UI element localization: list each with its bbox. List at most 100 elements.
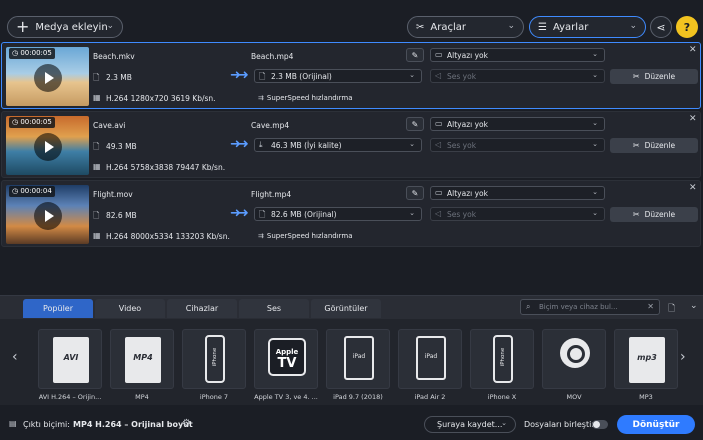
- tools-dropdown[interactable]: ✂ Araçlar ⌄: [407, 16, 524, 38]
- chevron-down-icon: ⌄: [592, 119, 598, 127]
- tab-images[interactable]: Görüntüler: [311, 299, 381, 318]
- close-icon[interactable]: ✕: [689, 114, 697, 124]
- close-icon[interactable]: ✕: [689, 45, 697, 55]
- film-icon: ▦: [93, 231, 101, 240]
- subtitle-dropdown[interactable]: ▭ Altyazı yok ⌄: [430, 117, 605, 131]
- tools-icon: ✂: [416, 21, 425, 33]
- format-tile-ipad97[interactable]: iPad: [326, 329, 390, 389]
- audio-dropdown[interactable]: ◁ Ses yok ⌄: [430, 138, 605, 152]
- superspeed-icon: ⇉: [258, 94, 264, 102]
- add-media-button[interactable]: + Medya ekleyin ⌄: [7, 16, 123, 38]
- output-size-dropdown[interactable]: ⤓ 46.3 MB (İyi kalite) ⌄: [254, 138, 422, 152]
- format-tile-mp3[interactable]: mp3: [614, 329, 678, 389]
- convert-button[interactable]: Dönüştür: [617, 415, 695, 434]
- share-button[interactable]: ⋖: [650, 16, 672, 38]
- tools-label: Araçlar: [430, 21, 466, 33]
- rename-button[interactable]: ✎: [406, 186, 424, 200]
- merge-files-toggle[interactable]: [592, 420, 608, 429]
- edit-button[interactable]: ✂ Düzenle: [610, 138, 698, 153]
- chevron-right-icon[interactable]: ›: [680, 349, 686, 365]
- settings-dropdown[interactable]: ☰ Ayarlar ⌄: [529, 16, 646, 38]
- clear-icon[interactable]: ✕: [647, 302, 654, 311]
- play-icon[interactable]: [34, 202, 62, 230]
- mp3-icon: mp3: [629, 337, 665, 383]
- play-icon[interactable]: [34, 133, 62, 161]
- format-tile-avi[interactable]: AVI: [38, 329, 102, 389]
- file-row-cave[interactable]: ◷ 00:00:05 Cave.avi 🗋 49.3 MB ▦ H.264 57…: [1, 111, 701, 178]
- edit-button[interactable]: ✂ Düzenle: [610, 207, 698, 222]
- speech-bubble-icon: ▭: [435, 188, 443, 197]
- format-info-icon[interactable]: 🗋: [668, 301, 675, 317]
- iphone-icon: iPhone: [205, 335, 225, 383]
- settings-label: Ayarlar: [552, 21, 589, 33]
- output-format-value[interactable]: MP4 H.264 – Orijinal boyut: [73, 420, 193, 429]
- iphone-icon: iPhone: [493, 335, 513, 383]
- duration-badge: ◷ 00:00:04: [9, 186, 55, 197]
- chevron-down-icon: ⌄: [592, 188, 598, 196]
- gear-icon[interactable]: ⚙: [182, 418, 191, 429]
- save-to-dropdown[interactable]: Şuraya kaydet... ⌄: [424, 416, 516, 433]
- chevron-down-icon: ⌄: [507, 21, 515, 31]
- subtitle-dropdown[interactable]: ▭ Altyazı yok ⌄: [430, 186, 605, 200]
- format-tabs: Popüler Video Cihazlar Ses Görüntüler: [23, 299, 383, 318]
- format-tile-ipadair2[interactable]: iPad: [398, 329, 462, 389]
- chevron-left-icon[interactable]: ‹: [12, 349, 18, 365]
- video-thumbnail[interactable]: ◷ 00:00:05: [6, 116, 89, 175]
- chevron-down-icon: ⌄: [106, 21, 114, 31]
- close-icon[interactable]: ✕: [689, 183, 697, 193]
- collapse-icon[interactable]: ⌄: [690, 301, 698, 311]
- chevron-down-icon: ⌄: [592, 209, 598, 217]
- play-icon[interactable]: [34, 64, 62, 92]
- speaker-icon: ◁: [435, 209, 442, 218]
- search-icon: ⌕: [526, 302, 531, 311]
- pencil-icon: ✎: [411, 119, 419, 129]
- source-codec: H.264 5758x3838 79447 Kb/sn.: [106, 163, 226, 172]
- tab-popular[interactable]: Popüler: [23, 299, 93, 318]
- format-tile-mp4[interactable]: MP4: [110, 329, 174, 389]
- app-window: + Medya ekleyin ⌄ ✂ Araçlar ⌄ ☰ Ayarlar …: [0, 0, 703, 440]
- speaker-icon: ◁: [435, 71, 442, 80]
- output-filename: Cave.mp4: [251, 121, 290, 130]
- audio-dropdown[interactable]: ◁ Ses yok ⌄: [430, 69, 605, 83]
- rename-button[interactable]: ✎: [406, 117, 424, 131]
- format-search-input[interactable]: ⌕ Biçim veya cihaz bul... ✕: [520, 299, 660, 315]
- format-tile-iphonex[interactable]: iPhone: [470, 329, 534, 389]
- audio-dropdown[interactable]: ◁ Ses yok ⌄: [430, 207, 605, 221]
- file-icon: 🗋: [259, 210, 266, 219]
- output-size-dropdown[interactable]: 🗋 2.3 MB (Orijinal) ⌄: [254, 69, 422, 83]
- duration-badge: ◷ 00:00:05: [9, 117, 55, 128]
- format-tile-mov[interactable]: [542, 329, 606, 389]
- download-icon: ⤓: [259, 140, 263, 149]
- file-row-beach[interactable]: ◷ 00:00:05 Beach.mkv 🗋 2.3 MB ▦ H.264 12…: [1, 42, 701, 109]
- film-icon: ▦: [93, 162, 101, 171]
- tab-audio[interactable]: Ses: [239, 299, 309, 318]
- file-row-flight[interactable]: ◷ 00:00:04 Flight.mov 🗋 82.6 MB ▦ H.264 …: [1, 180, 701, 247]
- tab-video[interactable]: Video: [95, 299, 165, 318]
- output-format-icon: ▤: [9, 419, 17, 428]
- format-tile-iphone7[interactable]: iPhone: [182, 329, 246, 389]
- chevron-down-icon: ⌄: [629, 21, 637, 31]
- rename-button[interactable]: ✎: [406, 48, 424, 62]
- source-codec: H.264 8000x5334 133203 Kb/sn.: [106, 232, 230, 241]
- video-thumbnail[interactable]: ◷ 00:00:05: [6, 47, 89, 106]
- chevron-down-icon: ⌄: [409, 71, 415, 79]
- chevron-down-icon: ⌄: [409, 140, 415, 148]
- file-icon: 🗋: [93, 142, 100, 151]
- video-thumbnail[interactable]: ◷ 00:00:04: [6, 185, 89, 244]
- film-icon: ▦: [93, 93, 101, 102]
- output-size-dropdown[interactable]: 🗋 82.6 MB (Orijinal) ⌄: [254, 207, 422, 221]
- pencil-icon: ✎: [411, 50, 419, 60]
- quicktime-icon: [560, 338, 590, 368]
- format-tile-appletv[interactable]: Apple TV: [254, 329, 318, 389]
- source-filename: Flight.mov: [93, 190, 133, 199]
- tab-devices[interactable]: Cihazlar: [167, 299, 237, 318]
- edit-button[interactable]: ✂ Düzenle: [610, 69, 698, 84]
- superspeed-label: ⇉ SuperSpeed hızlandırma: [258, 232, 353, 240]
- help-button[interactable]: ?: [676, 16, 698, 38]
- subtitle-dropdown[interactable]: ▭ Altyazı yok ⌄: [430, 48, 605, 62]
- sliders-icon: ☰: [538, 21, 547, 33]
- speech-bubble-icon: ▭: [435, 50, 443, 59]
- file-icon: 🗋: [93, 73, 100, 82]
- share-icon: ⋖: [656, 20, 666, 34]
- apple-tv-icon: Apple TV: [268, 338, 306, 376]
